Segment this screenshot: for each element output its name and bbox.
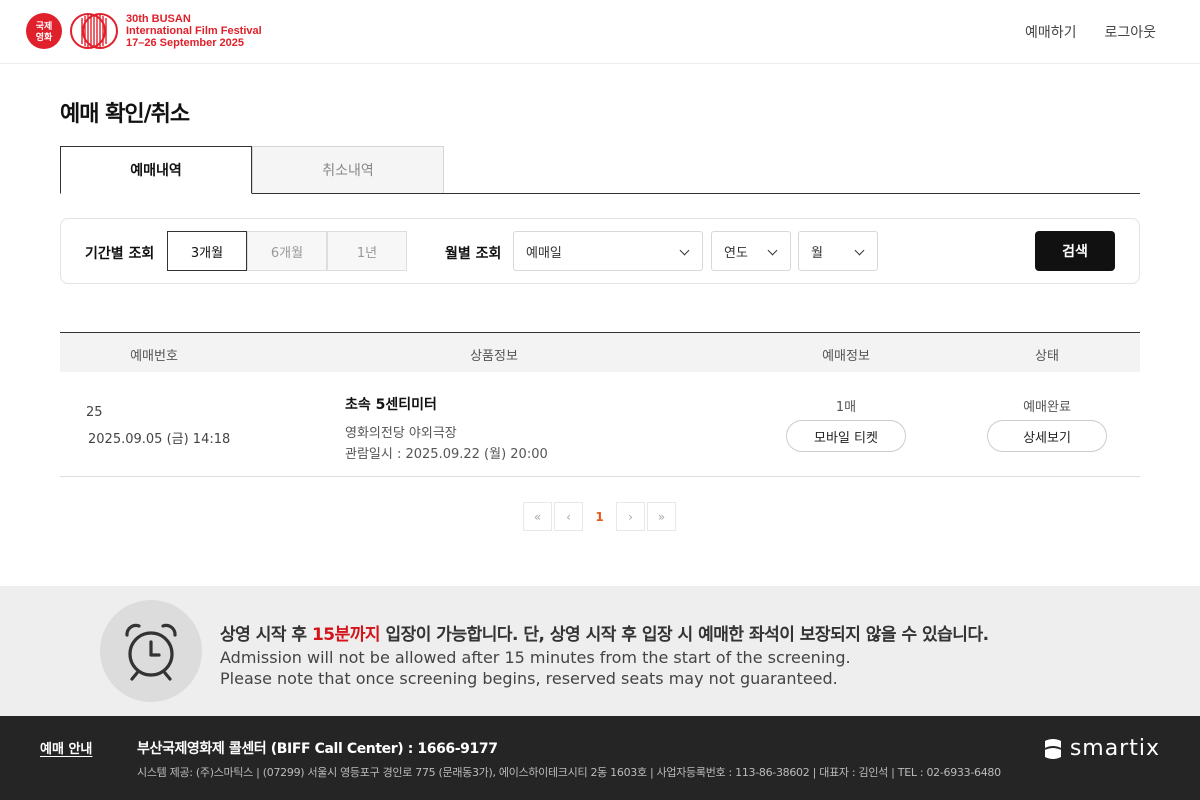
month-value: 월: [811, 245, 823, 261]
year-value: 연도: [724, 245, 748, 261]
monthly-filter-label: 월별 조회: [445, 246, 502, 262]
booking-table: 예매번호 상품정보 예매정보 상태 25 2025.09.05 (금) 14:1…: [60, 332, 1140, 477]
festival-title: International Film Festival: [126, 25, 262, 37]
site-header: 국제 영화 30th BUSAN International Film Fest…: [0, 0, 1200, 64]
page-1-button[interactable]: 1: [585, 502, 614, 531]
festival-edition: 30th BUSAN: [126, 13, 191, 25]
header-booking-info: 예매정보: [822, 349, 870, 364]
alarm-clock-icon: [100, 600, 202, 702]
period-6-months-button[interactable]: 6개월: [247, 231, 327, 271]
booking-tabs: 예매내역 취소내역: [60, 146, 1140, 194]
page-title: 예매 확인/취소: [60, 102, 190, 127]
chevron-down-icon: [854, 245, 865, 256]
header-status: 상태: [1035, 349, 1059, 364]
top-nav: 예매하기 로그아웃: [1025, 22, 1156, 42]
notice-korean: 상영 시작 후 15분까지 입장이 가능합니다. 단, 상영 시작 후 입장 시…: [220, 620, 989, 645]
search-button[interactable]: 검색: [1035, 231, 1115, 271]
mobile-ticket-button[interactable]: 모바일 티켓: [786, 420, 906, 452]
tab-booking-history[interactable]: 예매내역: [60, 146, 252, 194]
pagination: « ‹ 1 › »: [523, 502, 676, 531]
ticket-quantity: 1매: [835, 400, 857, 415]
smartix-wordmark: smartix: [1069, 736, 1160, 761]
company-info: 시스템 제공: (주)스마틱스 | (07299) 서울시 영등포구 경인로 7…: [137, 766, 1001, 779]
notice-english-line1: Admission will not be allowed after 15 m…: [220, 648, 851, 667]
year-select[interactable]: 연도: [711, 231, 791, 271]
show-datetime: 관람일시 : 2025.09.22 (월) 20:00: [345, 447, 548, 462]
booking-date: 2025.09.05 (금) 14:18: [88, 432, 231, 447]
biff-emblem-icon: 국제 영화: [26, 13, 62, 49]
view-detail-button[interactable]: 상세보기: [987, 420, 1107, 452]
chevron-down-icon: [679, 245, 690, 256]
period-1-year-button[interactable]: 1년: [327, 231, 407, 271]
smartix-logo: smartix: [1042, 736, 1160, 761]
next-page-button[interactable]: ›: [616, 502, 645, 531]
date-type-select[interactable]: 예매일: [513, 231, 703, 271]
period-3-months-button[interactable]: 3개월: [167, 231, 247, 271]
notice-highlight: 15분까지: [311, 625, 381, 645]
month-select[interactable]: 월: [798, 231, 878, 271]
status-badge: 예매완료: [1023, 400, 1071, 415]
notice-text: 상영 시작 후: [220, 625, 312, 645]
period-filter-label: 기간별 조회: [85, 246, 155, 262]
header-product-info: 상품정보: [470, 349, 518, 364]
festival-name: 30th BUSAN International Film Festival 1…: [126, 13, 262, 49]
movie-title: 초속 5센티미터: [345, 397, 437, 413]
smartix-ticket-icon: [1044, 738, 1062, 759]
date-type-value: 예매일: [526, 245, 562, 261]
festival-stripe-logo-icon: [70, 13, 118, 49]
festival-dates: 17–26 September 2025: [126, 37, 245, 49]
notice-text: 입장이 가능합니다. 단, 상영 시작 후 입장 시 예매한 좌석이 보장되지 …: [380, 625, 989, 645]
table-row: 25 2025.09.05 (금) 14:18 초속 5센티미터 영화의전당 야…: [60, 372, 1140, 477]
notice-english-line2: Please note that once screening begins, …: [220, 669, 838, 688]
search-filter-panel: 기간별 조회 3개월 6개월 1년 월별 조회 예매일 연도 월 검색: [60, 218, 1140, 284]
venue-name: 영화의전당 야외극장: [345, 426, 457, 441]
chevron-down-icon: [767, 245, 778, 256]
prev-page-button[interactable]: ‹: [554, 502, 583, 531]
last-page-button[interactable]: »: [647, 502, 676, 531]
call-center-info: 부산국제영화제 콜센터 (BIFF Call Center) : 1666-91…: [137, 741, 498, 757]
svg-text:영화: 영화: [36, 31, 53, 43]
booking-guide-link[interactable]: 예매 안내: [40, 738, 92, 757]
tab-cancel-history[interactable]: 취소내역: [252, 146, 444, 193]
nav-booking-link[interactable]: 예매하기: [1025, 22, 1077, 42]
header-booking-no: 예매번호: [130, 349, 178, 364]
table-header: 예매번호 상품정보 예매정보 상태: [60, 332, 1140, 372]
site-footer: 예매 안내 부산국제영화제 콜센터 (BIFF Call Center) : 1…: [0, 716, 1200, 800]
first-page-button[interactable]: «: [523, 502, 552, 531]
nav-logout-link[interactable]: 로그아웃: [1104, 22, 1156, 42]
admission-notice: 상영 시작 후 15분까지 입장이 가능합니다. 단, 상영 시작 후 입장 시…: [0, 586, 1200, 716]
svg-text:국제: 국제: [36, 20, 53, 32]
festival-logo[interactable]: 국제 영화 30th BUSAN International Film Fest…: [26, 13, 262, 49]
booking-number: 25: [86, 405, 103, 420]
